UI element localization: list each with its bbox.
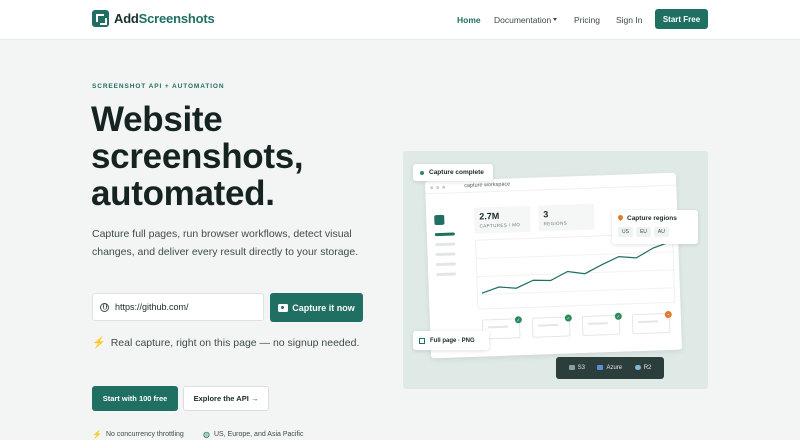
nav-pricing-link[interactable]: Pricing xyxy=(574,15,600,25)
hero-subtitle: Capture full pages, run browser workflow… xyxy=(92,228,359,258)
full-page-png-card: Full page · PNG xyxy=(413,331,489,350)
capture-regions-card: Capture regions US EU AU xyxy=(612,210,698,244)
hero-headline: Website screenshots, automated. xyxy=(91,100,304,213)
feature-regions: ◍ US, Europe, and Asia Pacific xyxy=(203,430,304,439)
lightning-icon: ⚡ xyxy=(92,430,102,439)
start-free-button[interactable]: Start Free xyxy=(655,9,708,29)
capture-thumbnail: ✓ xyxy=(581,312,622,337)
start-100-free-button[interactable]: Start with 100 free xyxy=(92,386,178,411)
window-title: capture workspace xyxy=(464,181,511,190)
region-chip-eu: EU xyxy=(635,227,651,237)
chart-series-line xyxy=(481,241,671,294)
capture-now-button[interactable]: Capture it now xyxy=(270,293,363,322)
feature-throttling: ⚡ No concurrency throttling xyxy=(92,430,184,439)
storage-azure: Azure xyxy=(597,365,622,371)
nav-signin-link[interactable]: Sign In xyxy=(616,15,642,25)
region-chip-us: US xyxy=(618,227,633,237)
check-icon: ✓ xyxy=(614,312,622,320)
url-input-value: https://github.com/ xyxy=(115,302,189,312)
storage-destinations-bar: S3 Azure R2 xyxy=(556,357,664,379)
logo-icon xyxy=(92,10,109,27)
aws-icon xyxy=(568,365,575,370)
chart-svg xyxy=(476,241,676,296)
top-nav: AddScreenshots Home Documentation Pricin… xyxy=(0,0,800,40)
stat-captures: 2.7M CAPTURES / MO xyxy=(473,205,531,234)
camera-icon xyxy=(278,303,289,312)
hero-eyebrow: SCREENSHOT API + AUTOMATION xyxy=(92,83,225,90)
storage-s3: S3 xyxy=(568,365,585,371)
chevron-down-icon xyxy=(553,18,558,21)
expand-icon xyxy=(419,337,425,344)
stat-regions: 3 REGIONS xyxy=(537,203,595,232)
nav-documentation-link[interactable]: Documentation xyxy=(494,15,558,25)
globe-icon xyxy=(100,302,109,312)
check-icon: ✓ xyxy=(514,316,522,324)
capture-thumbnail: • xyxy=(631,310,672,335)
sidebar-logo-icon xyxy=(434,214,445,226)
cloud-icon xyxy=(634,365,641,370)
globe-icon: ◍ xyxy=(203,430,210,439)
location-pin-icon xyxy=(616,213,625,222)
url-input[interactable]: https://github.com/ xyxy=(92,293,264,321)
region-chip-au: AU xyxy=(653,227,669,237)
arrow-right-icon: → xyxy=(250,394,259,403)
clock-icon: • xyxy=(664,310,672,319)
check-icon: ✓ xyxy=(564,314,572,322)
no-signup-note: ⚡ Real capture, right on this page — no s… xyxy=(92,337,360,349)
captures-chart xyxy=(475,232,676,310)
nav-home-link[interactable]: Home xyxy=(457,15,481,25)
storage-r2: R2 xyxy=(634,365,651,371)
status-dot-icon xyxy=(420,170,424,175)
explore-api-button[interactable]: Explore the API → xyxy=(183,386,269,411)
logo[interactable]: AddScreenshots xyxy=(92,10,215,27)
lightning-icon: ⚡ xyxy=(92,337,106,349)
azure-icon xyxy=(597,365,604,370)
brand-name: AddScreenshots xyxy=(114,11,215,26)
capture-thumbnail: ✓ xyxy=(531,314,572,338)
capture-complete-toast: Capture complete xyxy=(413,164,493,181)
